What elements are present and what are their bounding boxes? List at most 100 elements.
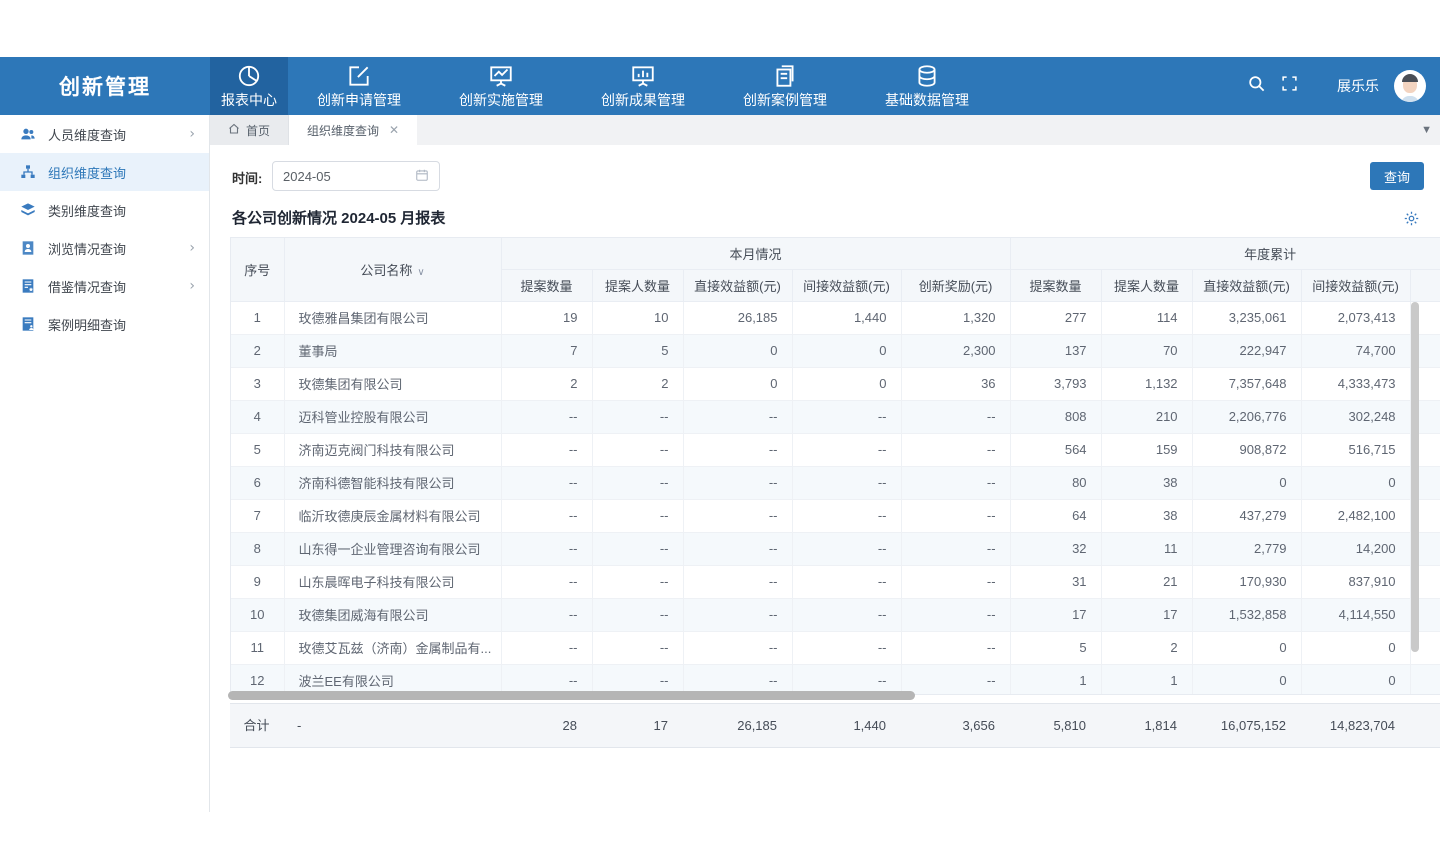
sidebar-item-browse-status[interactable]: 浏览情况查询 › (0, 229, 209, 267)
value-cell: 5 (1010, 631, 1101, 664)
presentation-line-icon (488, 63, 514, 89)
value-cell: 2 (592, 367, 683, 400)
value-cell: 222,947 (1192, 334, 1301, 367)
tab-home[interactable]: 首页 (210, 115, 289, 145)
top-header: 创新管理 报表中心 创新申请管理 创新实施管理 创新成果管理 创新案例管理 (0, 57, 1440, 115)
nav-item-innovation-case[interactable]: 创新案例管理 (714, 57, 856, 115)
table-row[interactable]: 7临沂玫德庚辰金属材料有限公司----------6438437,2792,48… (231, 499, 1440, 532)
value-cell: -- (901, 565, 1010, 598)
value-cell: 5 (592, 334, 683, 367)
query-button[interactable]: 查询 (1370, 162, 1424, 190)
gear-icon[interactable] (1403, 210, 1420, 232)
row-index-cell: 6 (231, 466, 284, 499)
col-header: 提案数量 (1010, 269, 1101, 301)
value-cell: 516,715 (1301, 433, 1410, 466)
value-cell: 1 (1010, 664, 1101, 695)
value-cell: 1,532,858 (1192, 598, 1301, 631)
tab-label: 首页 (246, 122, 270, 139)
main-content: 时间: 2024-05 查询 各公司创新情况 2024-05 月报表 序号 公司… (210, 145, 1440, 810)
value-cell: -- (792, 499, 901, 532)
sidebar-item-label: 借鉴情况查询 (48, 277, 189, 296)
nav-item-innovation-achievement[interactable]: 创新成果管理 (572, 57, 714, 115)
time-picker-input[interactable]: 2024-05 (272, 161, 440, 191)
company-name-cell: 山东晨晖电子科技有限公司 (284, 565, 501, 598)
group-header-year: 年度累计 (1010, 238, 1440, 269)
user-avatar[interactable] (1394, 70, 1426, 102)
table-row[interactable]: 11玫德艾瓦兹（济南）金属制品有...----------5200 (231, 631, 1440, 664)
fullscreen-icon[interactable] (1281, 75, 1298, 97)
sidebar-item-category-dimension[interactable]: 类别维度查询 (0, 191, 209, 229)
table-row[interactable]: 9山东晨晖电子科技有限公司----------3121170,930837,91… (231, 565, 1440, 598)
tab-org-dimension[interactable]: 组织维度查询 ✕ (289, 115, 417, 145)
total-label: 合计 (230, 704, 283, 747)
value-cell: 1,320 (901, 301, 1010, 334)
value-cell: 74,700 (1301, 334, 1410, 367)
header-actions: 展乐乐 (1247, 57, 1426, 115)
close-icon[interactable]: ✕ (389, 123, 399, 137)
user-name[interactable]: 展乐乐 (1337, 76, 1379, 96)
value-cell: 0 (1192, 664, 1301, 695)
group-header-month: 本月情况 (501, 238, 1010, 269)
app-window: 创新管理 报表中心 创新申请管理 创新实施管理 创新成果管理 创新案例管理 (0, 0, 1440, 860)
table-row[interactable]: 10玫德集团威海有限公司----------17171,532,8584,114… (231, 598, 1440, 631)
col-header-company[interactable]: 公司名称∨ (284, 238, 501, 301)
col-header: 提案数量 (501, 269, 592, 301)
sidebar-item-person-dimension[interactable]: 人员维度查询 › (0, 115, 209, 153)
value-cell: 26,185 (683, 301, 792, 334)
table-row[interactable]: 8山东得一企业管理咨询有限公司----------32112,77914,200 (231, 532, 1440, 565)
nav-item-innovation-implement[interactable]: 创新实施管理 (430, 57, 572, 115)
app-title: 创新管理 (0, 57, 210, 115)
vertical-scrollbar[interactable] (1411, 302, 1419, 652)
table-row[interactable]: 5济南迈克阀门科技有限公司----------564159908,872516,… (231, 433, 1440, 466)
total-value: - (283, 704, 500, 747)
table-row[interactable]: 1玫德雅昌集团有限公司191026,1851,4401,3202771143,2… (231, 301, 1440, 334)
col-header: 间接效益额(元) (1301, 269, 1410, 301)
value-cell: -- (592, 433, 683, 466)
value-cell: 908,872 (1192, 433, 1301, 466)
calendar-icon (415, 168, 429, 185)
sidebar-item-org-dimension[interactable]: 组织维度查询 (0, 153, 209, 191)
table-row[interactable]: 6济南科德智能科技有限公司----------803800 (231, 466, 1440, 499)
company-name-cell: 山东得一企业管理咨询有限公司 (284, 532, 501, 565)
time-value: 2024-05 (283, 169, 415, 184)
value-cell: 11 (1101, 532, 1192, 565)
value-cell: 36 (901, 367, 1010, 400)
table-row[interactable]: 4迈科管业控股有限公司----------8082102,206,776302,… (231, 400, 1440, 433)
nav-item-base-data[interactable]: 基础数据管理 (856, 57, 998, 115)
value-cell: 302,248 (1301, 400, 1410, 433)
value-cell: 159 (1101, 433, 1192, 466)
nav-item-report-center[interactable]: 报表中心 (210, 57, 288, 115)
table-row[interactable]: 2董事局75002,30013770222,94774,700 (231, 334, 1440, 367)
nav-item-label: 创新实施管理 (459, 90, 543, 110)
value-cell: 4,333,473 (1301, 367, 1410, 400)
horizontal-scrollbar[interactable] (228, 691, 915, 700)
value-cell: -- (792, 400, 901, 433)
value-cell: -- (592, 532, 683, 565)
col-header: 直接效益额(元) (1192, 269, 1301, 301)
value-cell: -- (792, 433, 901, 466)
col-header: 间接效益额(元) (792, 269, 901, 301)
tab-options-caret-icon[interactable]: ▼ (1421, 115, 1432, 145)
value-cell: 2,779 (1192, 532, 1301, 565)
nav-item-label: 创新案例管理 (743, 90, 827, 110)
value-cell: 4,114,550 (1301, 598, 1410, 631)
value-cell: 0 (683, 334, 792, 367)
sidebar-item-label: 类别维度查询 (48, 201, 195, 220)
row-index-cell: 1 (231, 301, 284, 334)
nav-item-innovation-apply[interactable]: 创新申请管理 (288, 57, 430, 115)
value-cell: -- (501, 631, 592, 664)
table-row[interactable]: 3玫德集团有限公司2200363,7931,1327,357,6484,333,… (231, 367, 1440, 400)
sidebar-item-reference-status[interactable]: 借鉴情况查询 › (0, 267, 209, 305)
value-cell: 17 (1101, 598, 1192, 631)
row-index-cell: 9 (231, 565, 284, 598)
row-index-cell: 10 (231, 598, 284, 631)
pie-chart-icon (236, 63, 262, 89)
search-icon[interactable] (1247, 74, 1266, 98)
report-table: 序号 公司名称∨ 本月情况 年度累计 提案数量 提案人数量 直接效益额(元) 间… (230, 237, 1440, 695)
company-name-cell: 济南科德智能科技有限公司 (284, 466, 501, 499)
value-cell: 1,440 (792, 301, 901, 334)
value-cell: -- (501, 499, 592, 532)
main-nav: 报表中心 创新申请管理 创新实施管理 创新成果管理 创新案例管理 基础数据管理 (210, 57, 998, 115)
sidebar-item-case-detail[interactable]: 案例明细查询 (0, 305, 209, 343)
value-cell: 17 (1010, 598, 1101, 631)
